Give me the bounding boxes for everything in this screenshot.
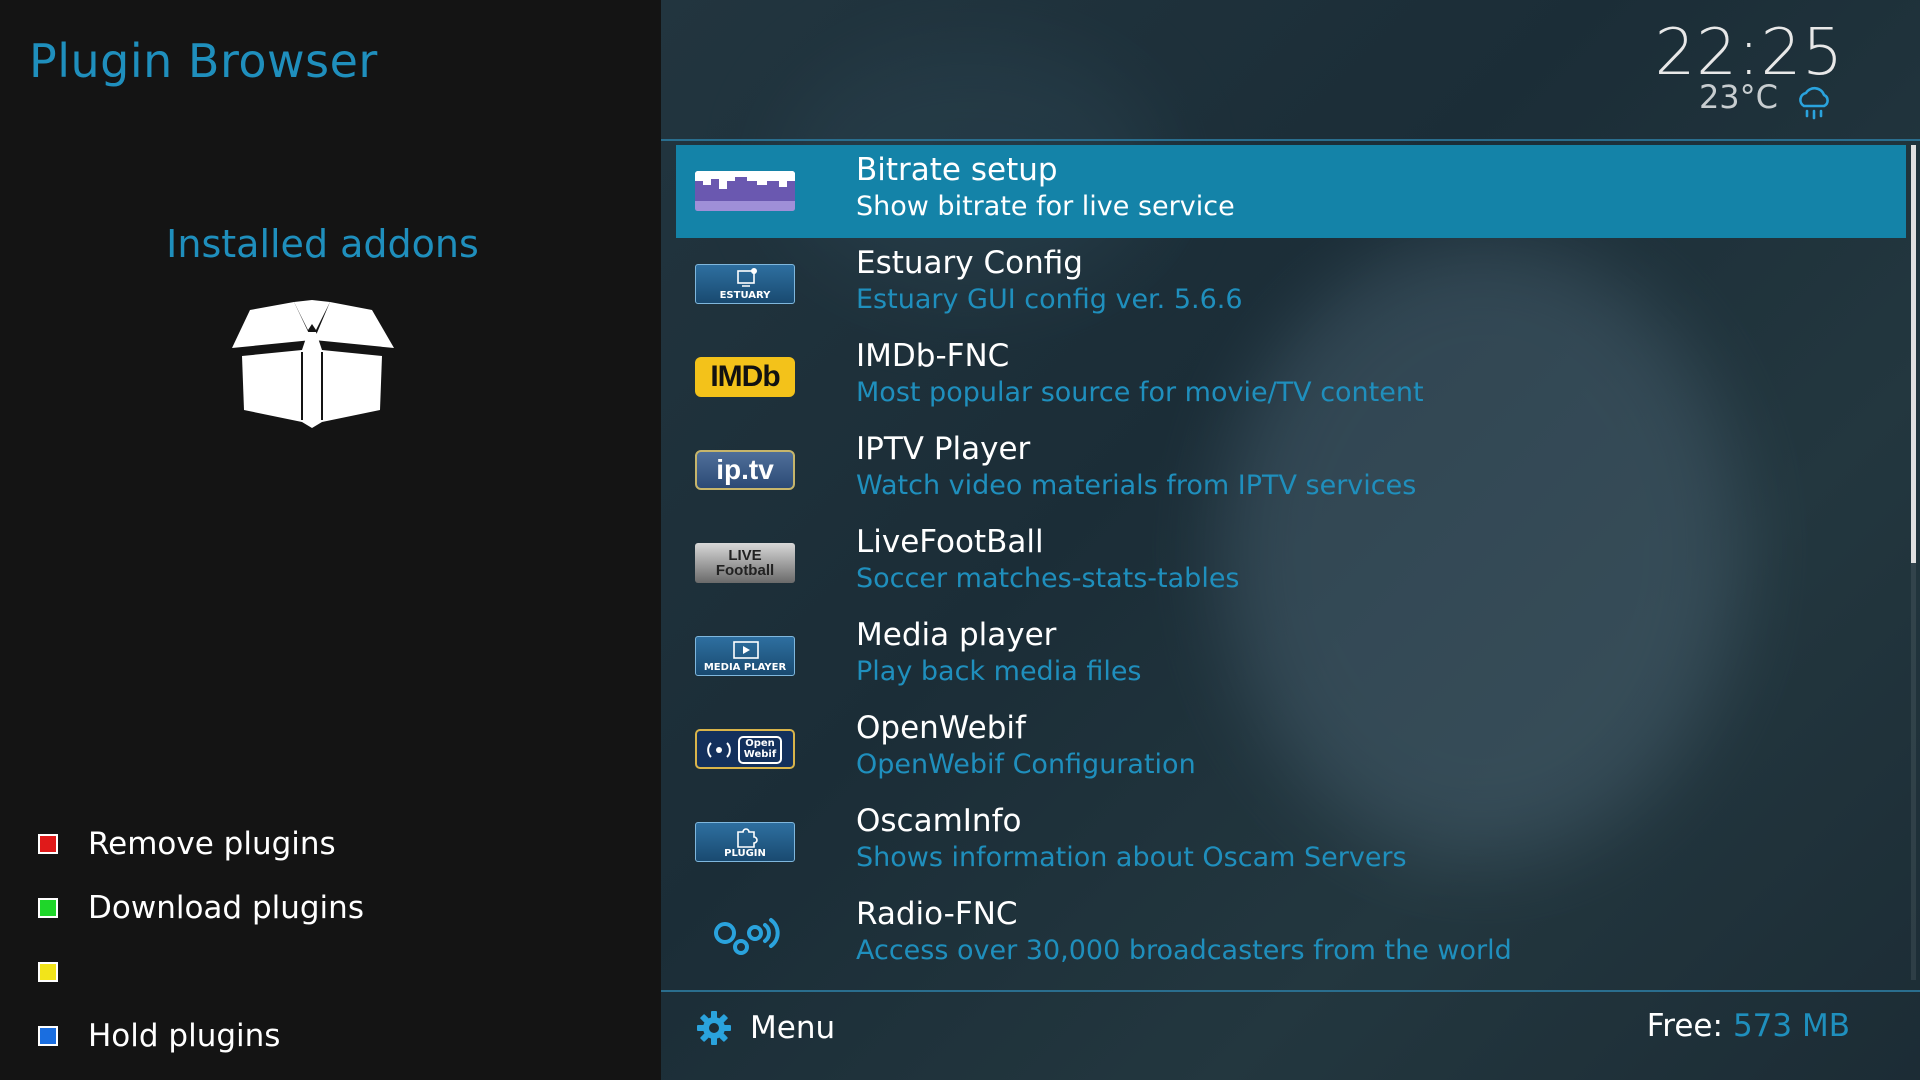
menu-button[interactable]: Menu [696,1003,835,1053]
green-key-download-plugins[interactable]: Download plugins [38,876,364,940]
free-space-indicator: Free: 573 MB [1647,1008,1850,1044]
puzzle-plugin-icon: PLUGIN [695,822,795,862]
plugin-description: Estuary GUI config ver. 5.6.6 [856,284,1243,315]
plugin-row-oscaminfo[interactable]: PLUGIN OscamInfo Shows information about… [676,796,1906,889]
rain-cloud-icon [1799,86,1829,120]
yellow-key-icon [38,962,58,982]
menu-label: Menu [750,1010,836,1046]
red-key-icon [38,834,58,854]
plugin-row-livefootball[interactable]: LIVE Football LiveFootBall Soccer matche… [676,517,1906,610]
media-player-icon: MEDIA PLAYER [695,636,795,676]
green-key-label: Download plugins [88,890,364,926]
plugin-description: Most popular source for movie/TV content [856,377,1424,408]
estuary-icon-text: ESTUARY [719,290,771,301]
plugin-description: Access over 30,000 broadcasters from the… [856,935,1512,966]
plugin-name: Radio-FNC [856,896,1018,932]
red-key-label: Remove plugins [88,826,336,862]
imdb-icon-text: IMDb [710,360,780,393]
radio-icon [695,907,795,967]
live-football-icon: LIVE Football [695,543,795,583]
temperature: 23°C [1698,78,1778,116]
plugin-row-media-player[interactable]: MEDIA PLAYER Media player Play back medi… [676,610,1906,703]
plugin-row-estuary-config[interactable]: ESTUARY Estuary Config Estuary GUI confi… [676,238,1906,331]
live-football-icon-text: LIVE Football [715,547,775,579]
plugin-description: Soccer matches-stats-tables [856,563,1240,594]
plugin-name: OscamInfo [856,803,1022,839]
media-player-icon-text: MEDIA PLAYER [703,662,787,673]
plugin-description: Show bitrate for live service [856,191,1235,222]
plugin-description: OpenWebif Configuration [856,749,1196,780]
openwebif-icon-text: Open Webif [743,738,777,760]
bitrate-icon [695,171,795,211]
main-panel: 22:25 23°C Bitrate setup Show bitrate fo… [661,0,1920,1080]
blue-key-icon [38,1026,58,1046]
plugin-name: IPTV Player [856,431,1031,467]
iptv-icon: ip.tv [695,450,795,490]
plugin-name: LiveFootBall [856,524,1044,560]
header-divider [661,139,1920,141]
free-space-value: 573 MB [1732,1008,1850,1044]
scrollbar-thumb[interactable] [1911,145,1916,563]
plugin-name: Media player [856,617,1057,653]
imdb-icon: IMDb [695,357,795,397]
open-box-icon [232,300,394,428]
footer-divider [661,990,1920,992]
green-key-icon [38,898,58,918]
iptv-icon-text: ip.tv [716,454,774,485]
gear-icon [697,1011,731,1045]
plugin-list: Bitrate setup Show bitrate for live serv… [676,145,1906,982]
color-key-legend: Remove plugins Download plugins Hold plu… [38,812,364,1068]
plugin-row-bitrate-setup[interactable]: Bitrate setup Show bitrate for live serv… [676,145,1906,238]
yellow-key[interactable] [38,940,364,1004]
estuary-icon: ESTUARY [695,264,795,304]
plugin-description: Watch video materials from IPTV services [856,470,1417,501]
plugin-name: Bitrate setup [856,152,1058,188]
free-space-label: Free: [1646,1008,1723,1044]
plugin-row-radio-fnc[interactable]: Radio-FNC Access over 30,000 broadcaster… [676,889,1906,982]
openwebif-icon: Open Webif [695,729,795,769]
blue-key-hold-plugins[interactable]: Hold plugins [38,1004,364,1068]
red-key-remove-plugins[interactable]: Remove plugins [38,812,364,876]
plugin-description: Play back media files [856,656,1142,687]
plugin-icon-text: PLUGIN [724,848,766,859]
plugin-name: OpenWebif [856,710,1026,746]
section-title: Installed addons [166,222,479,266]
plugin-row-openwebif[interactable]: Open Webif OpenWebif OpenWebif Configura… [676,703,1906,796]
plugin-row-iptv-player[interactable]: ip.tv IPTV Player Watch video materials … [676,424,1906,517]
page-title: Plugin Browser [29,34,378,88]
plugin-name: IMDb-FNC [856,338,1010,374]
plugin-description: Shows information about Oscam Servers [856,842,1407,873]
sidebar: Plugin Browser Installed addons Remove p… [0,0,661,1080]
plugin-name: Estuary Config [856,245,1083,281]
blue-key-label: Hold plugins [88,1018,281,1054]
plugin-row-imdb-fnc[interactable]: IMDb IMDb-FNC Most popular source for mo… [676,331,1906,424]
